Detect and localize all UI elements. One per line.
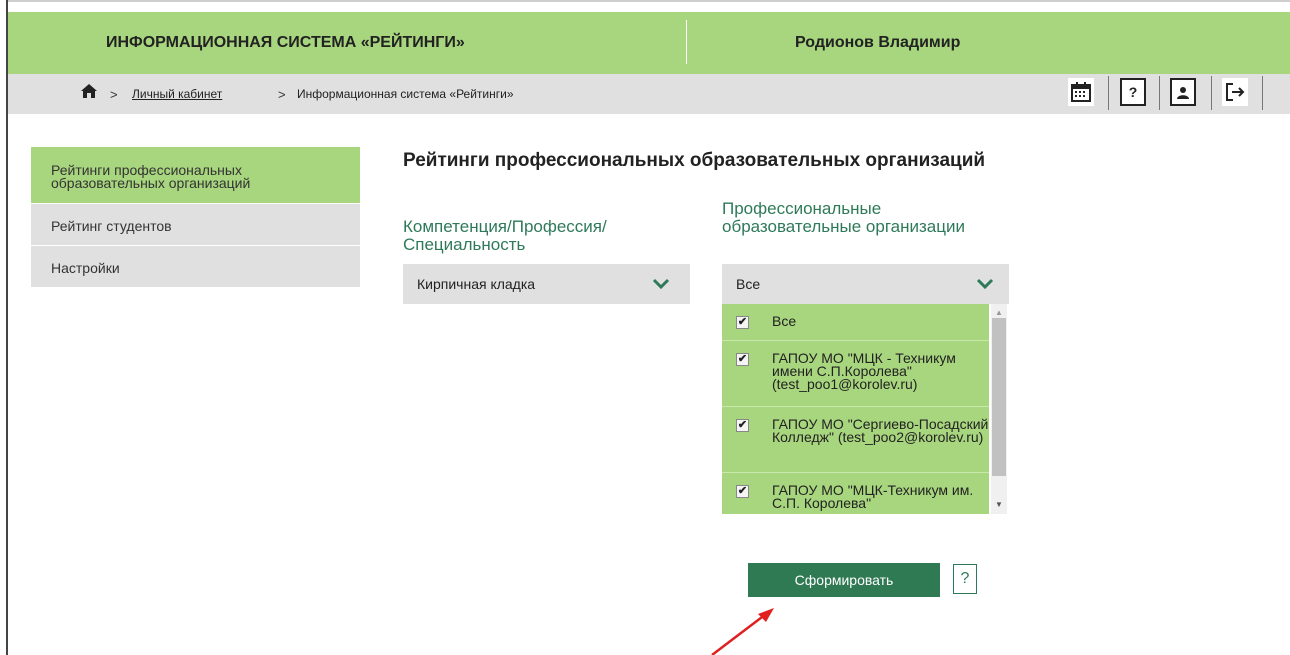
dropdown-scrollbar[interactable]: ▲ ▼ — [991, 304, 1007, 514]
scroll-up-icon[interactable]: ▲ — [995, 308, 1003, 317]
header-divider — [686, 20, 687, 64]
profile-icon[interactable] — [1170, 78, 1196, 106]
scroll-down-icon[interactable]: ▼ — [995, 500, 1003, 509]
option-label: ГАПОУ МО "МЦК - Техникум имени С.П.Корол… — [772, 350, 956, 392]
help-button[interactable]: ? — [953, 564, 977, 594]
option-label: ГАПОУ МО "Сергиево-Посадский Колледж" (t… — [772, 416, 989, 445]
breadcrumb-current: Информационная система «Рейтинги» — [297, 87, 514, 101]
breadcrumb-separator: > — [110, 87, 118, 102]
toolbar-divider — [1108, 76, 1109, 110]
toolbar-divider — [1159, 76, 1160, 110]
checkbox-checked[interactable]: ✔ — [736, 316, 749, 329]
chevron-down-icon — [652, 278, 670, 290]
breadcrumb-link-cabinet[interactable]: Личный кабинет — [132, 87, 222, 101]
scrollbar-thumb[interactable] — [992, 318, 1006, 476]
list-item-option[interactable]: ✔ ГАПОУ МО "МЦК-Техникум им. С.П. Короле… — [722, 473, 989, 514]
orgs-select-value: Все — [736, 276, 761, 292]
orgs-select[interactable]: Все — [722, 264, 1009, 304]
home-icon[interactable] — [80, 82, 98, 100]
annotation-arrow-icon — [711, 608, 774, 655]
competence-select[interactable]: Кирпичная кладка — [403, 264, 690, 304]
generate-button[interactable]: Сформировать — [748, 563, 940, 597]
competence-label: Компетенция/Профессия/ Специальность — [403, 217, 607, 254]
orgs-dropdown-list: ✔ Все ✔ ГАПОУ МО "МЦК - Техникум имени С… — [722, 304, 1007, 514]
option-label: Все — [772, 313, 797, 329]
window-top-border — [6, 0, 1290, 2]
app-title: ИНФОРМАЦИОННАЯ СИСТЕМА «РЕЙТИНГИ» — [106, 34, 465, 51]
breadcrumb-separator: > — [278, 87, 286, 102]
chevron-down-icon — [976, 278, 994, 290]
option-label: ГАПОУ МО "МЦК-Техникум им. С.П. Королева… — [772, 482, 974, 511]
competence-select-value: Кирпичная кладка — [417, 276, 536, 292]
list-item-option[interactable]: ✔ ГАПОУ МО "Сергиево-Посадский Колледж" … — [722, 407, 989, 473]
sidebar-item-student-ratings[interactable]: Рейтинг студентов — [31, 204, 360, 246]
orgs-label: Профессиональные образовательные организ… — [722, 199, 965, 236]
sidebar-item-org-ratings[interactable]: Рейтинги профессиональных образовательны… — [31, 147, 360, 204]
top-header: ИНФОРМАЦИОННАЯ СИСТЕМА «РЕЙТИНГИ» Родион… — [8, 12, 1290, 74]
sidebar: Рейтинги профессиональных образовательны… — [31, 147, 360, 288]
breadcrumb: > Личный кабинет > Информационная систем… — [8, 74, 1290, 114]
checkbox-checked[interactable]: ✔ — [736, 419, 749, 432]
sidebar-item-settings[interactable]: Настройки — [31, 246, 360, 288]
checkbox-checked[interactable]: ✔ — [736, 353, 749, 366]
toolbar-divider — [1211, 76, 1212, 110]
list-item-option[interactable]: ✔ ГАПОУ МО "МЦК - Техникум имени С.П.Кор… — [722, 341, 989, 407]
page-title: Рейтинги профессиональных образовательны… — [403, 150, 986, 171]
toolbar-divider — [1262, 76, 1263, 110]
checkbox-checked[interactable]: ✔ — [736, 485, 749, 498]
help-icon[interactable]: ? — [1120, 78, 1146, 106]
list-item-option[interactable]: ✔ Все — [722, 304, 989, 341]
calendar-icon[interactable] — [1068, 78, 1094, 106]
logout-icon[interactable] — [1222, 78, 1248, 106]
user-name[interactable]: Родионов Владимир — [795, 34, 960, 52]
